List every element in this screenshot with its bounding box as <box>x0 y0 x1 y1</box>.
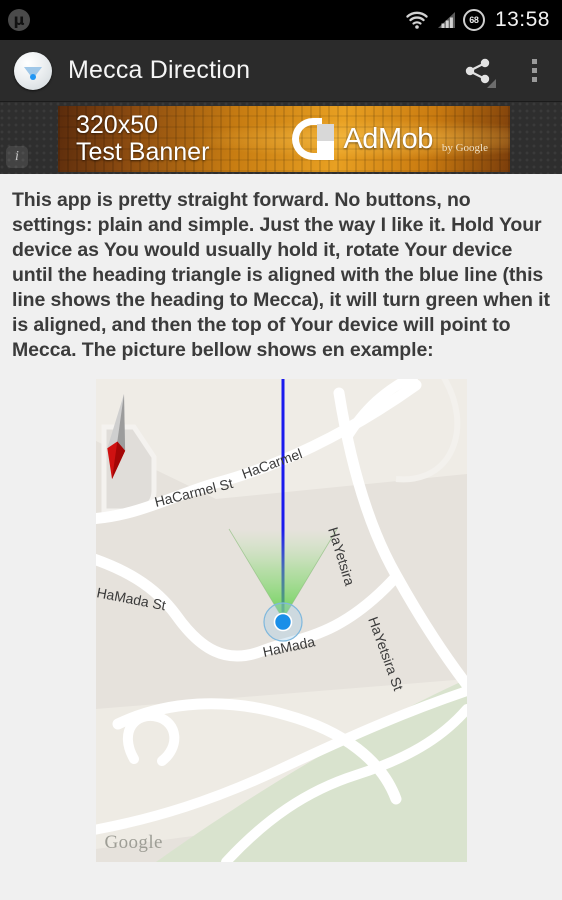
ad-text: 320x50 Test Banner <box>76 112 209 166</box>
cell-signal-icon <box>436 11 456 29</box>
battery-level-text: 68 <box>469 15 479 25</box>
admob-logo: AdMob by Google <box>292 118 488 160</box>
admob-mark-icon <box>292 118 335 160</box>
content-area: This app is pretty straight forward. No … <box>0 174 562 862</box>
action-bar: Mecca Direction <box>0 40 562 102</box>
google-attribution: Google <box>104 832 163 853</box>
share-button[interactable] <box>450 40 506 101</box>
battery-icon: 68 <box>462 9 485 31</box>
compass-icon <box>14 51 52 90</box>
overflow-menu-button[interactable] <box>506 40 562 101</box>
admob-by-google: by Google <box>441 142 488 154</box>
status-bar: µ 68 13:58 <box>0 0 562 40</box>
admob-wordmark: AdMob <box>343 122 433 155</box>
description-text: This app is pretty straight forward. No … <box>12 189 550 361</box>
share-dropdown-indicator[interactable] <box>478 79 496 88</box>
map-canvas: HaCarmel St HaCarmel HaMada St HaMada Ha… <box>95 379 467 862</box>
ad-line-1: 320x50 <box>76 111 159 139</box>
overflow-menu-icon <box>531 59 537 82</box>
status-bar-notifications: µ <box>0 9 30 31</box>
info-icon[interactable]: i <box>6 146 28 168</box>
wifi-icon <box>405 10 429 30</box>
map-figure: HaCarmel St HaCarmel HaMada St HaMada Ha… <box>95 379 467 862</box>
clock-text: 13:58 <box>494 8 550 31</box>
utorrent-icon: µ <box>8 9 30 31</box>
ad-container[interactable]: i 320x50 Test Banner AdMob by Google <box>0 102 562 174</box>
page-title: Mecca Direction <box>68 56 251 84</box>
ad-line-2: Test Banner <box>76 138 210 166</box>
admob-test-banner[interactable]: 320x50 Test Banner AdMob by Google <box>58 106 510 172</box>
status-bar-system-icons: 68 13:58 <box>405 8 562 32</box>
app-root: µ 68 13:58 Mecca Direction i 320x50 Test… <box>0 0 562 900</box>
map-image: HaCarmel St HaCarmel HaMada St HaMada Ha… <box>95 379 467 862</box>
action-bar-buttons <box>450 40 562 101</box>
